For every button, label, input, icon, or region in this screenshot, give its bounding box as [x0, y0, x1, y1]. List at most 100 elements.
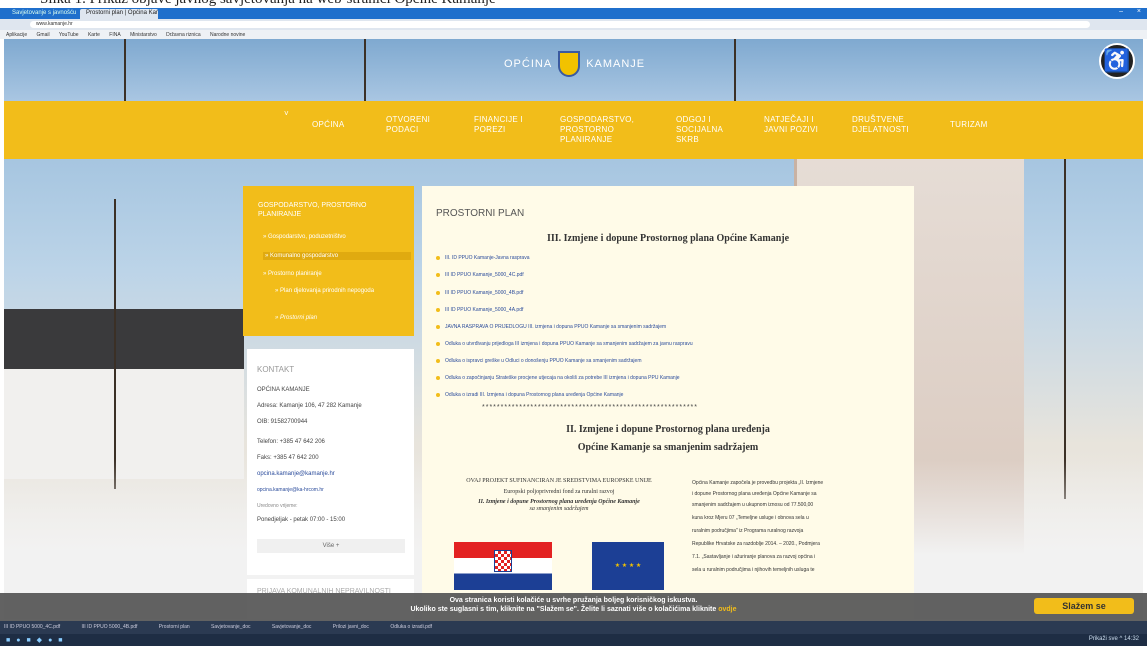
system-tray[interactable]: Prikaži sve ^ 14:32 [1089, 636, 1139, 642]
document-link[interactable]: Odluka o započinjanju Strateške procjene… [436, 375, 680, 381]
taskbar: III ID PPUO 5000_4C.pdf III ID PPUO 5000… [0, 621, 1147, 646]
project-line-1: OVAJ PROJEKT SUFINANCIRAN JE SREDSTVIMA … [466, 478, 652, 484]
main-content: PROSTORNI PLAN III. Izmjene i dopune Pro… [422, 186, 914, 619]
url-input[interactable]: www.kamanje.hr [30, 21, 1090, 28]
accept-cookies-button[interactable]: Slažem se [1034, 598, 1134, 614]
link-text: Odluka o započinjanju Strateške procjene… [445, 375, 680, 381]
address-bar-row: www.kamanje.hr [0, 19, 1147, 30]
site-logo[interactable]: OPĆINA KAMANJE [504, 51, 645, 77]
browser-tabbar: Savjetovanje s javnošću Prostorni plan |… [0, 8, 1147, 19]
minimize-icon[interactable]: – [1119, 8, 1123, 15]
nav-label: OPĆINA [312, 120, 345, 129]
nav-item-turizam[interactable]: TURIZAM [950, 120, 1010, 130]
document-link[interactable]: III. ID PPUO Kamanje-Javna rasprava [436, 255, 529, 261]
sidebar-title: GOSPODARSTVO, PROSTORNO PLANIRANJE [258, 202, 367, 218]
download-item[interactable]: Prostorni plan [159, 624, 190, 630]
nav-item-financije[interactable]: FINANCIJE I POREZI [474, 115, 526, 135]
download-item[interactable]: Savjetovanje_doc [211, 624, 250, 630]
nav-label: GOSPODARSTVO, PROSTORNO PLANIRANJE [560, 115, 635, 144]
contact-oib: OIB: 91582700944 [257, 419, 308, 425]
document-link[interactable]: Odluka o utvrđivanju prijedloga III izmj… [436, 341, 693, 347]
document-link[interactable]: Odluka o izradi III. Izmjena i dopuna Pr… [436, 392, 623, 398]
browser-tab-2[interactable]: Prostorni plan | Općina Kamanje [80, 9, 158, 19]
figure-caption: Slika 1. Prikaz objave javnog savjetovan… [0, 0, 1147, 8]
accessibility-icon[interactable]: ♿ [1099, 43, 1135, 79]
section-title-2a: II. Izmjene i dopune Prostornog plana ur… [566, 424, 770, 435]
download-item[interactable]: Prilozi javni_doc [333, 624, 369, 630]
nav-item-drustvene[interactable]: DRUŠTVENE DJELATNOSTI [852, 115, 922, 135]
link-text: III. ID PPUO Kamanje-Javna rasprava [445, 255, 530, 261]
bullet-icon [436, 307, 440, 312]
download-item[interactable]: Savjetovanje_doc [272, 624, 311, 630]
bookmark[interactable]: FINA [109, 32, 120, 38]
link-text: JAVNA RASPRAVA O PRIJEDLOGU III. izmjena… [445, 324, 667, 330]
caption-text: Slika 1. Prikaz objave javnog savjetovan… [40, 0, 496, 8]
croatia-crest-icon [494, 550, 512, 572]
sidebar-item-prostorno[interactable]: » Prostorno planiranje [263, 270, 322, 278]
document-link[interactable]: III ID PPUO Kamanje_5000_4B.pdf [436, 290, 523, 296]
contact-heading: KONTAKT [257, 365, 295, 374]
sidebar-menu: GOSPODARSTVO, PROSTORNO PLANIRANJE » Gos… [243, 186, 414, 336]
tree-decoration [734, 39, 736, 101]
contact-name: OPĆINA KAMANJE [257, 387, 310, 393]
more-button[interactable]: Više + [257, 539, 405, 553]
separator-stars: ****************************************… [482, 404, 698, 411]
sidebar-item-komunalno[interactable]: » Komunalno gospodarstvo [263, 252, 411, 260]
nav-label: OTVORENI PODACI [386, 115, 431, 134]
bullet-icon [436, 324, 440, 329]
bookmark[interactable]: Državna riznica [166, 32, 200, 38]
cookie-text-1: Ova stranica koristi kolačiće u svrhe pr… [449, 597, 698, 604]
bookmark[interactable]: YouTube [59, 32, 79, 38]
coat-of-arms-icon [558, 51, 581, 77]
document-link[interactable]: III ID PPUO Kamanje_5000_4A.pdf [436, 307, 523, 313]
download-item[interactable]: III ID PPUO 5000_4C.pdf [4, 624, 60, 630]
contact-address: Adresa: Kamanje 106, 47 282 Kamanje [257, 403, 362, 409]
nav-item-gospodarstvo[interactable]: GOSPODARSTVO, PROSTORNO PLANIRANJE [560, 115, 646, 145]
contact-hours: Ponedjeljak - petak 07:00 - 15:00 [257, 517, 346, 523]
sidebar-label: Plan djelovanja prirodnih nepogoda [280, 288, 375, 294]
bookmark[interactable]: Aplikacije [6, 32, 27, 38]
nav-item-odgoj[interactable]: ODGOJ I SOCIJALNA SKRB [676, 115, 736, 145]
tree-decoration [1064, 159, 1066, 499]
sidebar-item-gospodarstvo[interactable]: » Gospodarstvo, poduzetništvo [263, 233, 346, 241]
bookmark[interactable]: Gmail [37, 32, 50, 38]
link-text: III ID PPUO Kamanje_5000_4A.pdf [445, 307, 524, 313]
browser-tab-1[interactable]: Savjetovanje s javnošću [6, 9, 76, 19]
bookmark[interactable]: Karte [88, 32, 100, 38]
contact-email-1[interactable]: opcina.kamanje@kamanje.hr [257, 471, 335, 477]
paragraph-line: sela u ruralnim područjima i njihovih te… [692, 567, 815, 573]
eu-flag-icon: ★ ★ ★ ★ [592, 542, 664, 590]
link-text: Odluka o izradi III. Izmjena i dopuna Pr… [445, 392, 624, 398]
paragraph-line: 7.1. „Sastavljanje i ažuriranje planova … [692, 554, 816, 560]
bookmark[interactable]: Narodne novine [210, 32, 245, 38]
contact-email-2[interactable]: opcina.kamanje@ka-hrcom.hr [257, 487, 324, 493]
nav-label: DRUŠTVENE DJELATNOSTI [852, 115, 909, 134]
document-link[interactable]: Odluka o ispravci greške u Odluci o dono… [436, 358, 641, 364]
taskbar-app-icons[interactable]: ■●■◆●■ [6, 636, 69, 644]
paragraph-line: ruralnim područjima" iz Programa ruralno… [692, 528, 804, 534]
nav-item-natjecaji[interactable]: NATJEČAJI I JAVNI POZIVI [764, 115, 820, 135]
home-chevron-icon[interactable]: ˅ [284, 109, 289, 119]
download-item[interactable]: Odluka o izradi.pdf [390, 624, 432, 630]
document-link[interactable]: III ID PPUO Kamanje_5000_4C.pdf [436, 272, 524, 278]
nav-item-otvoreni-podaci[interactable]: OTVORENI PODACI [386, 115, 438, 135]
project-line-2: Europski poljoprivredni fond za ruralni … [503, 489, 615, 495]
sidebar-item-plan-djelovanja[interactable]: » Plan djelovanja prirodnih nepogoda [275, 287, 385, 295]
paragraph-line: kuna kroz Mjeru 07 „Temeljne usluge i ob… [692, 515, 809, 521]
sidebar-item-prostorni-plan[interactable]: » Prostorni plan [275, 314, 317, 322]
cookie-banner: Ova stranica koristi kolačiće u svrhe pr… [0, 593, 1147, 621]
close-icon[interactable]: × [1137, 8, 1141, 15]
sidebar-label: Komunalno gospodarstvo [270, 253, 339, 259]
main-nav: ˅ OPĆINA OTVORENI PODACI FINANCIJE I POR… [4, 101, 1143, 159]
cookie-more-link[interactable]: ovdje [718, 606, 736, 613]
bullet-icon [436, 290, 440, 295]
bullet-icon [436, 358, 440, 363]
web-page: OPĆINA KAMANJE ♿ ˅ OPĆINA OTVORENI PODAC… [4, 39, 1143, 619]
download-item[interactable]: III ID PPUO 5000_4B.pdf [82, 624, 138, 630]
document-link[interactable]: JAVNA RASPRAVA O PRIJEDLOGU III. izmjena… [436, 324, 666, 330]
nav-item-opcina[interactable]: OPĆINA [312, 120, 372, 130]
bullet-icon [436, 255, 440, 260]
nav-label: ODGOJ I SOCIJALNA SKRB [676, 115, 723, 144]
bookmark[interactable]: Ministarstvo [130, 32, 157, 38]
sidebar-label: Prostorni plan [280, 315, 318, 321]
